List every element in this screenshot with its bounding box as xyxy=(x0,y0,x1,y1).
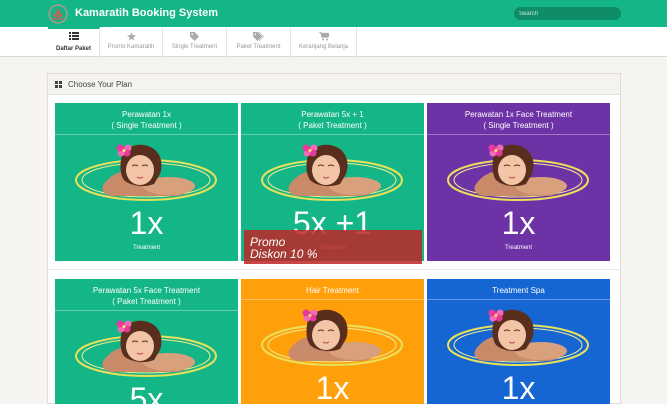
tags-icon xyxy=(227,32,290,41)
card-title: Perawatan 5x + 1 ( Paket Treatment ) xyxy=(241,109,424,131)
card-title-line: Perawatan 1x Face Treatment xyxy=(464,110,573,119)
card-divider xyxy=(241,134,424,135)
plan-card-6[interactable]: Treatment Spa 1x xyxy=(427,279,610,404)
tab-keranjang-belanja[interactable]: Keranjang Belanja xyxy=(291,27,357,57)
app-title[interactable]: Kamaratih Booking System xyxy=(75,7,218,19)
card-title: Treatment Spa xyxy=(427,285,610,296)
plan-card-3[interactable]: Perawatan 1x Face Treatment ( Single Tre… xyxy=(427,103,610,261)
tab-single-treatment[interactable]: Single Treatment xyxy=(163,27,227,57)
card-divider xyxy=(427,134,610,135)
lotus-logo-icon[interactable] xyxy=(48,4,68,24)
card-divider xyxy=(55,134,238,135)
spa-woman-image xyxy=(75,320,217,377)
card-subtitle: ( Single Treatment ) xyxy=(111,121,182,130)
card-title-line: Perawatan 1x xyxy=(122,110,171,119)
tab-paket-treatment[interactable]: Paket Treatment xyxy=(227,27,291,57)
spa-woman-image xyxy=(75,144,217,201)
tab-label: Single Treatment xyxy=(171,44,218,50)
search-input[interactable] xyxy=(514,7,621,20)
card-divider xyxy=(55,310,238,311)
tag-icon xyxy=(163,32,226,41)
card-title: Hair Treatment xyxy=(241,285,424,296)
plan-card-5[interactable]: Hair Treatment 1x xyxy=(241,279,424,404)
card-divider xyxy=(241,299,424,300)
card-divider xyxy=(427,299,610,300)
card-subtitle: ( Single Treatment ) xyxy=(483,121,554,130)
plan-card-1[interactable]: Perawatan 1x ( Single Treatment ) 1x Tre… xyxy=(55,103,238,261)
spa-woman-image xyxy=(261,144,403,201)
card-subtitle: ( Paket Treatment ) xyxy=(112,297,181,306)
promo-line2: Diskon 10 % xyxy=(250,247,318,261)
tab-label: Promo Kamaratih xyxy=(107,44,155,50)
top-navbar: Kamaratih Booking System xyxy=(0,0,667,27)
tab-promo-kamaratih[interactable]: Promo Kamaratih xyxy=(100,27,163,57)
main-tabs: Daftar Paket Promo Kamaratih Single Trea… xyxy=(0,27,667,57)
card-title: Perawatan 5x Face Treatment ( Paket Trea… xyxy=(55,285,238,307)
list-icon xyxy=(48,32,99,41)
card-subtitle: ( Paket Treatment ) xyxy=(298,121,367,130)
card-title-line: Hair Treatment xyxy=(306,286,359,295)
treatment-count: 1x xyxy=(129,205,164,241)
promo-ribbon[interactable]: Promo Diskon 10 % xyxy=(244,230,422,264)
row-divider xyxy=(48,269,620,270)
treatment-count: 1x xyxy=(501,205,536,241)
star-icon xyxy=(100,32,162,41)
panel-header: Choose Your Plan xyxy=(48,74,620,95)
card-caption: Treatment xyxy=(132,245,161,251)
spa-woman-image xyxy=(447,309,589,366)
card-title: Perawatan 1x Face Treatment ( Single Tre… xyxy=(427,109,610,131)
treatment-count: 1x xyxy=(501,370,536,404)
tab-label: Paket Treatment xyxy=(236,44,281,50)
treatment-count: 5x xyxy=(129,381,164,404)
panel-title: Choose Your Plan xyxy=(68,80,133,89)
spa-woman-image xyxy=(261,309,403,366)
cart-icon xyxy=(291,32,356,41)
card-title-line: Treatment Spa xyxy=(492,286,545,295)
tab-label: Keranjang Belanja xyxy=(298,44,349,50)
card-title-line: Perawatan 5x + 1 xyxy=(301,110,364,119)
card-title-line: Perawatan 5x Face Treatment xyxy=(92,286,201,295)
card-title: Perawatan 1x ( Single Treatment ) xyxy=(55,109,238,131)
plan-card-4[interactable]: Perawatan 5x Face Treatment ( Paket Trea… xyxy=(55,279,238,404)
card-caption: Treatment xyxy=(504,245,533,251)
tab-daftar-paket[interactable]: Daftar Paket xyxy=(48,27,100,57)
spa-woman-image xyxy=(447,144,589,201)
treatment-count: 1x xyxy=(315,370,350,404)
tab-label: Daftar Paket xyxy=(55,46,91,52)
grid-icon xyxy=(55,81,62,88)
